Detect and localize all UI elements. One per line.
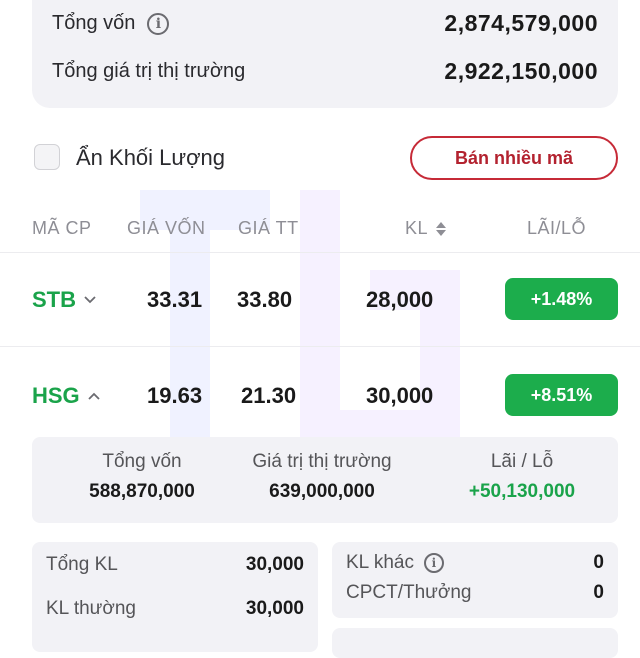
total-volume-value: 30,000 [245, 554, 304, 575]
cost-price: 33.31 [147, 287, 203, 312]
bonus-volume-label: CPCT/Thưởng [346, 582, 472, 603]
divider [0, 346, 640, 347]
market-value-row: Tổng giá trị thị trường 2,922,150,000 [52, 58, 598, 85]
other-volume-value: 0 [593, 552, 604, 573]
total-capital-row: Tổng vốn i 2,874,579,000 [52, 10, 598, 37]
info-icon[interactable]: i [423, 553, 444, 573]
volume-box-right: KL khác i 0 CPCT/Thưởng 0 [332, 542, 618, 618]
extra-box [332, 628, 618, 658]
ticker-hsg: HSG [32, 383, 80, 408]
normal-volume-label: KL thường [46, 598, 136, 619]
sell-multiple-button[interactable]: Bán nhiều mã [410, 136, 618, 180]
market-value-value: 2,922,150,000 [444, 58, 598, 84]
volume-box-left: Tổng KL 30,000 KL thường 30,000 [32, 542, 318, 652]
detail-pl-value: +50,130,000 [468, 481, 576, 502]
ticker-stb: STB [32, 287, 76, 312]
header-profit-loss: LÃI/LỖ [527, 218, 587, 238]
hide-volume-label[interactable]: Ẩn Khối Lượng [76, 145, 225, 171]
detail-pl-label: Lãi / Lỗ [490, 451, 554, 472]
detail-market-label: Giá trị thị trường [252, 451, 392, 472]
detail-market-value: 639,000,000 [269, 481, 375, 502]
sort-icon[interactable] [436, 220, 447, 238]
market-price: 33.80 [237, 287, 293, 312]
profit-loss-badge: +8.51% [505, 374, 618, 416]
profit-loss-badge: +1.48% [505, 278, 618, 320]
info-icon[interactable]: i [147, 12, 170, 35]
total-capital-label: Tổng vốn [52, 12, 136, 34]
header-cost-price: GIÁ VỐN [127, 218, 206, 238]
divider [0, 252, 640, 253]
header-volume-sort[interactable]: KL [405, 218, 447, 239]
total-capital-value: 2,874,579,000 [444, 10, 598, 36]
chevron-up-icon[interactable] [88, 391, 100, 401]
portfolio-summary-card: Tổng vốn i 2,874,579,000 Tổng giá trị th… [32, 0, 618, 108]
detail-capital-label: Tổng vốn [102, 451, 182, 472]
volume: 28,000 [366, 287, 434, 312]
hide-volume-checkbox[interactable] [34, 144, 60, 170]
cost-price: 19.63 [147, 383, 203, 408]
market-value-label: Tổng giá trị thị trường [52, 60, 246, 82]
header-volume: KL [405, 218, 429, 238]
normal-volume-value: 30,000 [245, 598, 304, 619]
header-ticker: MÃ CP [32, 218, 92, 238]
market-price: 21.30 [241, 383, 297, 408]
detail-capital-value: 588,870,000 [89, 481, 195, 502]
chevron-down-icon[interactable] [84, 295, 96, 305]
bonus-volume-value: 0 [593, 582, 604, 603]
volume: 30,000 [366, 383, 434, 408]
header-market-price: GIÁ TT [238, 218, 299, 238]
position-detail-card: Tổng vốn 588,870,000 Giá trị thị trường … [32, 437, 618, 523]
total-volume-label: Tổng KL [46, 554, 118, 575]
watermark-logo [140, 190, 460, 450]
other-volume-label: KL khác [346, 552, 414, 573]
